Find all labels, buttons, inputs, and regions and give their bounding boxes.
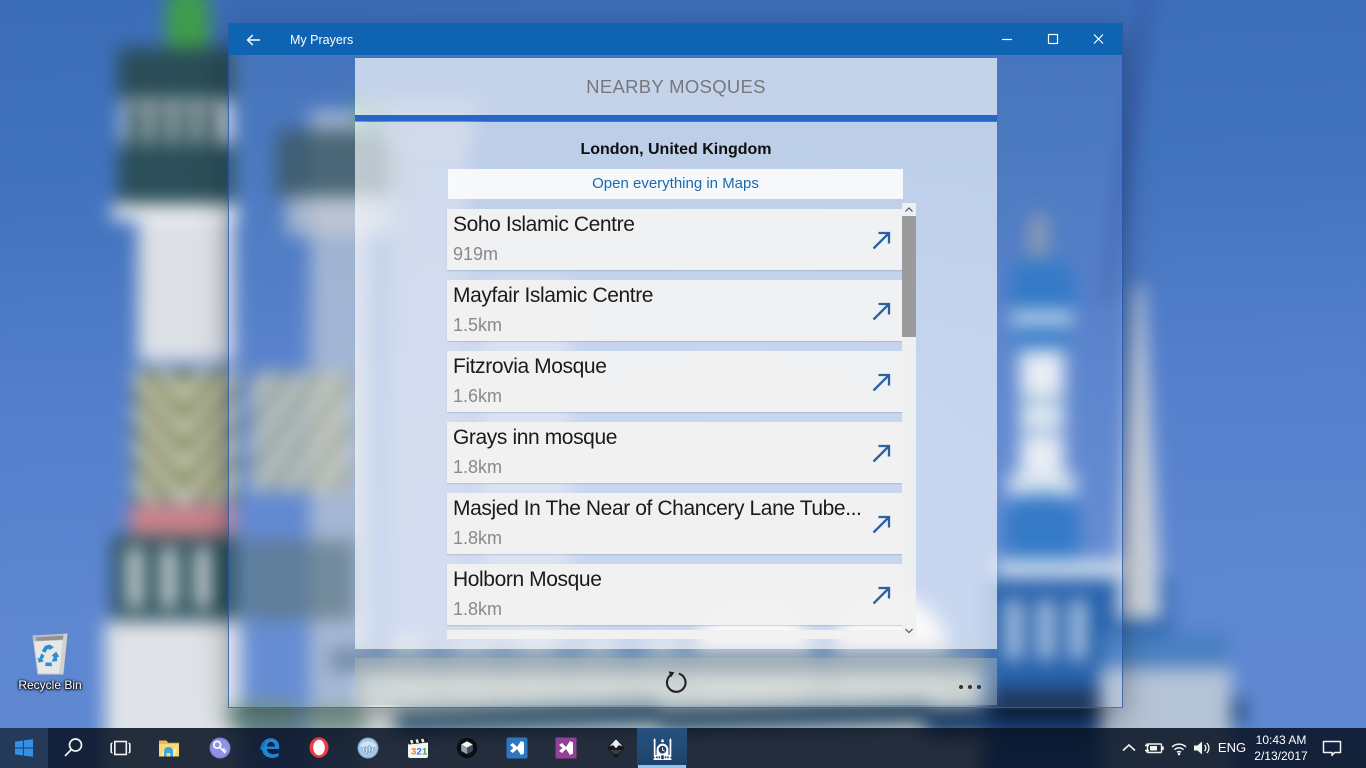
- svg-text:2: 2: [417, 747, 422, 758]
- svg-text:1: 1: [422, 747, 428, 758]
- svg-text:qb: qb: [362, 744, 374, 755]
- svg-text:3: 3: [411, 747, 416, 758]
